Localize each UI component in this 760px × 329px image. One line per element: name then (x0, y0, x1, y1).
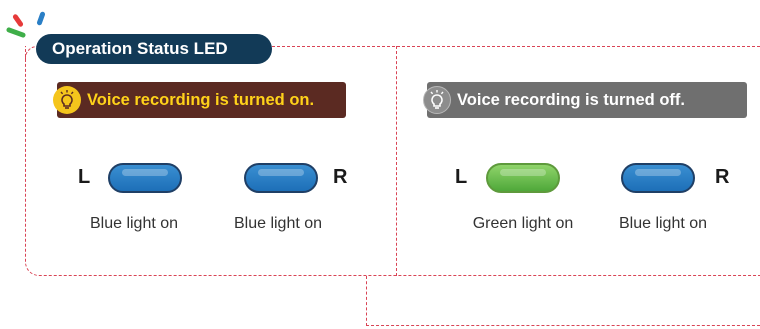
right-led-caption: Blue light on (618, 215, 708, 232)
left-led-blue (108, 163, 182, 193)
left-led-caption: Blue light on (89, 215, 179, 232)
connector-vertical (366, 276, 367, 326)
status-banner-on: Voice recording is turned on. (53, 82, 346, 118)
status-text: Voice recording is turned off. (457, 90, 685, 109)
section-title: Operation Status LED (36, 34, 272, 64)
status-banner-off: Voice recording is turned off. (423, 82, 747, 118)
right-led-caption: Blue light on (233, 215, 323, 232)
left-side-label: L (78, 166, 91, 188)
right-led-blue (244, 163, 318, 193)
lightbulb-icon (423, 86, 451, 114)
right-side-label: R (715, 166, 730, 188)
left-led-caption: Green light on (472, 215, 574, 232)
connector-horizontal (366, 325, 760, 326)
panel-divider (396, 46, 397, 276)
sparkle-red-stroke (11, 13, 25, 28)
left-side-label: L (455, 166, 468, 188)
right-led-blue (621, 163, 695, 193)
sparkle-green-stroke (5, 26, 27, 39)
left-led-green (486, 163, 560, 193)
sparkle-blue-stroke (36, 11, 46, 26)
lightbulb-icon (53, 86, 81, 114)
right-side-label: R (333, 166, 348, 188)
status-text: Voice recording is turned on. (87, 90, 315, 109)
frame-border (25, 46, 760, 276)
